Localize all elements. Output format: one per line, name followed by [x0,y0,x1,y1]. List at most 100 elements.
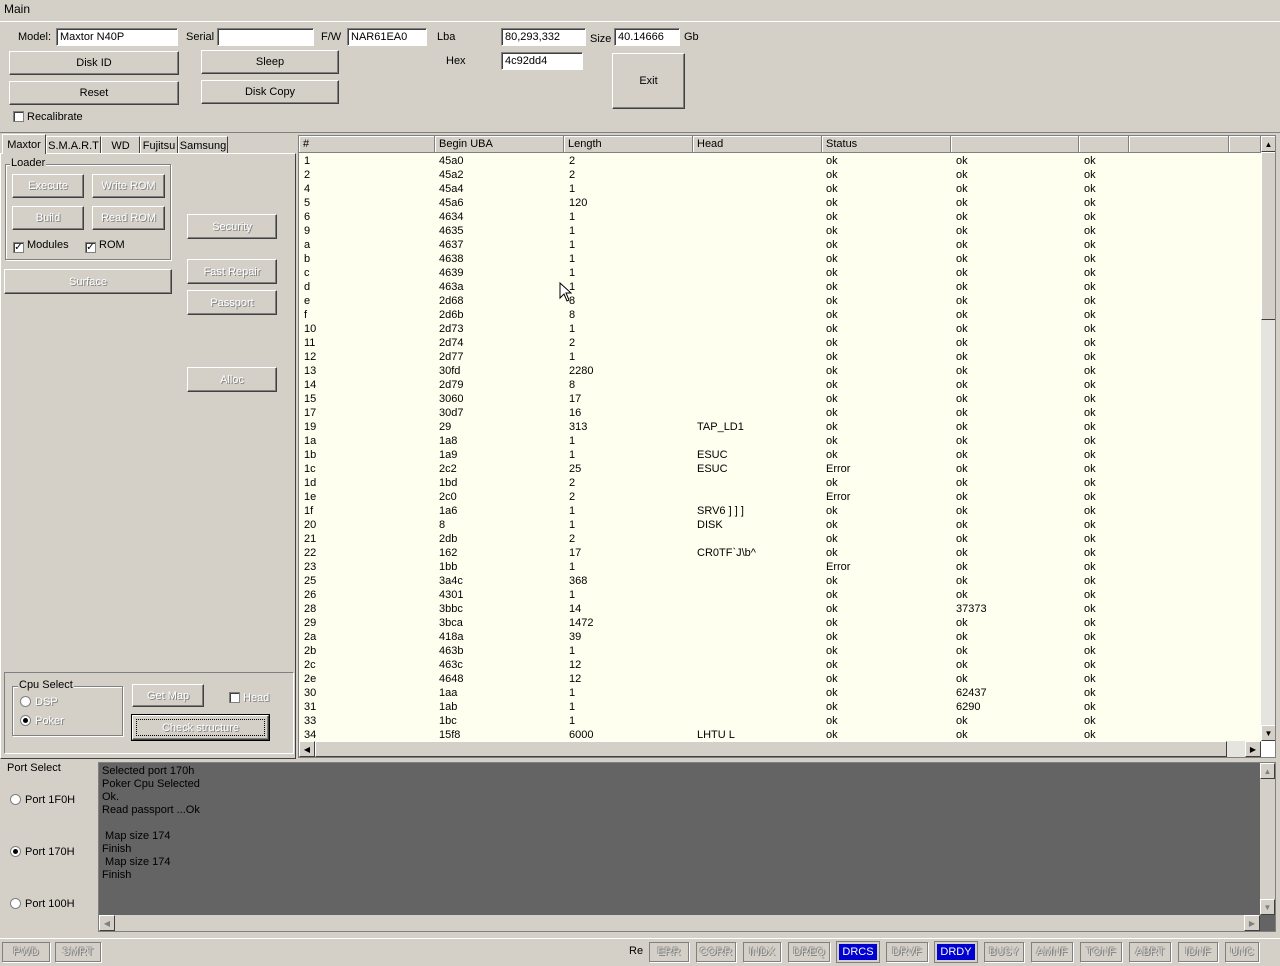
surface-button[interactable]: Surface [4,269,172,294]
table-row[interactable]: 14 2d79 8 ok ok ok [299,378,1261,392]
table-row[interactable]: f 2d6b 8 ok ok ok [299,308,1261,322]
table-row[interactable]: 5 45a6 120 ok ok ok [299,196,1261,210]
tab-samsung[interactable]: Samsung [178,136,228,154]
table-row[interactable]: 1c 2c2 25 ESUC Error ok ok [299,462,1261,476]
scroll-right-icon[interactable]: ▶ [1244,915,1260,931]
tab-maxtor[interactable]: Maxtor [2,134,46,154]
disk-id-button[interactable]: Disk ID [9,51,179,75]
head-checkbox[interactable]: Head [229,692,269,704]
table-row[interactable]: 31 1ab 1 ok 6290 ok [299,700,1261,714]
table-row[interactable]: 15 3060 17 ok ok ok [299,392,1261,406]
rom-checkbox[interactable]: ✓ ROM [85,239,125,253]
grid-hscrollbar[interactable]: ◀ ▶ [299,741,1261,757]
recalibrate-checkbox[interactable]: Recalibrate [13,111,83,123]
table-row[interactable]: 2e 4648 12 ok ok ok [299,672,1261,686]
table-row[interactable]: d 463a 1 ok ok ok [299,280,1261,294]
table-row[interactable]: 30 1aa 1 ok 62437 ok [299,686,1261,700]
log-panel[interactable]: Selected port 170h Poker Cpu Selected Ok. R… [98,762,1276,932]
table-row[interactable]: b 4638 1 ok ok ok [299,252,1261,266]
table-row[interactable]: 29 3bca 1472 ok ok ok [299,616,1261,630]
table-row[interactable]: 20 8 1 DISK ok ok ok [299,518,1261,532]
table-row[interactable]: 1f 1a6 1 SRV6 ] ] ] ok ok ok [299,504,1261,518]
table-row[interactable]: 1b 1a9 1 ESUC ok ok ok [299,448,1261,462]
serial-field[interactable] [217,28,314,46]
scroll-left-icon[interactable]: ◀ [99,915,115,931]
dsp-radio[interactable]: DSP [20,696,58,708]
tab-smart[interactable]: S.M.A.R.T [46,136,101,154]
scroll-thumb[interactable] [1261,152,1275,320]
table-row[interactable]: 2c 463c 12 ok ok ok [299,658,1261,672]
table-row[interactable]: 6 4634 1 ok ok ok [299,210,1261,224]
tab-fujitsu[interactable]: Fujitsu [140,136,178,154]
table-row[interactable]: 12 2d77 1 ok ok ok [299,350,1261,364]
table-row[interactable]: 2b 463b 1 ok ok ok [299,644,1261,658]
table-row[interactable]: 4 45a4 1 ok ok ok [299,182,1261,196]
table-row[interactable]: 1e 2c0 2 Error ok ok [299,490,1261,504]
sleep-button[interactable]: Sleep [201,50,339,74]
table-row[interactable]: 22 162 17 CR0TF`J\b^ ok ok ok [299,546,1261,560]
scroll-up-icon[interactable]: ▲ [1260,763,1275,779]
port-100h-radio[interactable]: Port 100H [10,898,75,910]
reset-button[interactable]: Reset [9,81,179,105]
col-header-head[interactable]: Head [693,136,822,153]
port-170h-radio[interactable]: Port 170H [10,846,75,858]
table-row[interactable]: 19 29 313 TAP_LD1 ok ok ok [299,420,1261,434]
col-header-6[interactable] [1079,136,1129,153]
scroll-up-icon[interactable]: ▲ [1261,136,1275,152]
col-header-status[interactable]: Status [822,136,951,153]
read-rom-button[interactable]: Read ROM [92,206,165,230]
lba-field[interactable]: 80,293,332 [501,28,586,46]
table-row[interactable]: c 4639 1 ok ok ok [299,266,1261,280]
tab-wd[interactable]: WD [101,136,140,154]
col-header-begin-uba[interactable]: Begin UBA [435,136,564,153]
disk-copy-button[interactable]: Disk Copy [201,80,339,104]
table-row[interactable]: 34 15f8 6000 LHTU L ok ok ok [299,728,1261,742]
table-row[interactable]: 10 2d73 1 ok ok ok [299,322,1261,336]
table-row[interactable]: 11 2d74 2 ok ok ok [299,336,1261,350]
security-button[interactable]: Security [187,214,277,239]
fast-repair-button[interactable]: Fast Repair [187,259,277,284]
port-1f0h-radio[interactable]: Port 1F0H [10,794,75,806]
col-header-7[interactable] [1129,136,1229,153]
write-rom-button[interactable]: Write ROM [92,174,165,198]
table-row[interactable]: 9 4635 1 ok ok ok [299,224,1261,238]
modules-checkbox[interactable]: ✓ Modules [13,239,69,253]
get-map-button[interactable]: Get Map [132,684,204,707]
hex-field[interactable]: 4c92dd4 [501,52,583,70]
table-row[interactable]: 1d 1bd 2 ok ok ok [299,476,1261,490]
table-row[interactable]: 1a 1a8 1 ok ok ok [299,434,1261,448]
execute-button[interactable]: Execute [12,174,84,198]
log-hscrollbar[interactable]: ◀ ▶ [99,915,1260,931]
scroll-left-icon[interactable]: ◀ [299,741,315,757]
build-button[interactable]: Build [12,206,84,230]
table-row[interactable]: 33 1bc 1 ok ok ok [299,714,1261,728]
table-row[interactable]: e 2d68 8 ok ok ok [299,294,1261,308]
passport-button[interactable]: Passport [187,290,277,315]
table-row[interactable]: 23 1bb 1 Error ok ok [299,560,1261,574]
table-row[interactable]: a 4637 1 ok ok ok [299,238,1261,252]
table-row[interactable]: 1 45a0 2 ok ok ok [299,154,1261,168]
table-row[interactable]: 17 30d7 16 ok ok ok [299,406,1261,420]
hscroll-thumb[interactable] [315,741,1227,757]
scroll-down-icon[interactable]: ▼ [1261,725,1275,741]
poker-radio[interactable]: Poker [20,715,64,727]
table-row[interactable]: 2a 418a 39 ok ok ok [299,630,1261,644]
table-row[interactable]: 25 3a4c 368 ok ok ok [299,574,1261,588]
exit-button[interactable]: Exit [612,53,685,109]
table-row[interactable]: 2 45a2 2 ok ok ok [299,168,1261,182]
size-field[interactable]: 40.14666 [614,28,680,46]
model-field[interactable]: Maxtor N40P [56,28,178,46]
col-header-5[interactable] [951,136,1079,153]
table-row[interactable]: 26 4301 1 ok ok ok [299,588,1261,602]
grid-vscrollbar[interactable]: ▲ ▼ [1261,136,1275,741]
scroll-down-icon[interactable]: ▼ [1260,899,1275,915]
table-row[interactable]: 21 2db 2 ok ok ok [299,532,1261,546]
col-header-8[interactable] [1229,136,1261,153]
log-vscrollbar[interactable]: ▲ ▼ [1260,763,1275,915]
check-structure-button[interactable]: Check structure [131,714,270,741]
data-grid[interactable]: # Begin UBA Length Head Status 1 45a0 2 ok o… [298,135,1276,758]
fw-field[interactable]: NAR61EA0 [347,28,427,46]
table-row[interactable]: 28 3bbc 14 ok 37373 ok [299,602,1261,616]
col-header-index[interactable]: # [299,136,435,153]
scroll-right-icon[interactable]: ▶ [1245,741,1261,757]
